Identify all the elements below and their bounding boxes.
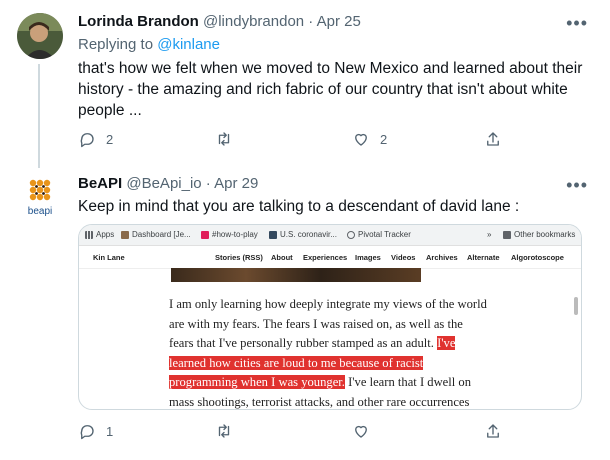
other-bookmarks: Other bookmarks <box>503 230 575 239</box>
tweet-text: that's how we felt when we moved to New … <box>78 60 583 119</box>
hero-image <box>171 268 421 282</box>
article-line: I am only learning how deeply integrate … <box>169 297 487 311</box>
more-icon[interactable]: ••• <box>566 176 588 194</box>
reply-count: 1 <box>106 423 114 439</box>
bookmark-pivotal: Pivotal Tracker <box>347 230 411 239</box>
bookmarks-overflow: » <box>487 230 492 239</box>
tweet-actions: 1 <box>78 422 588 444</box>
site-nav: Kin Lane Stories (RSS) About Experiences… <box>79 246 581 269</box>
display-name[interactable]: BeAPI <box>78 175 122 192</box>
tweet-header: BeAPI @BeApi_io · Apr 29 <box>78 174 258 194</box>
nav-stories: Stories (RSS) <box>215 253 263 262</box>
bookmarks-bar: Apps Dashboard [Je... #how-to-play U.S. … <box>79 225 581 246</box>
attached-screenshot[interactable]: Apps Dashboard [Je... #how-to-play U.S. … <box>78 224 582 410</box>
apps-grid-icon <box>85 230 93 239</box>
retweet-icon <box>218 424 230 438</box>
reply-button[interactable]: 2 <box>78 130 113 148</box>
pivotal-icon <box>347 230 355 239</box>
highlighted-text: learned how cities are loud to me becaus… <box>169 355 424 370</box>
like-icon <box>355 133 367 146</box>
share-icon <box>487 424 499 438</box>
retweet-button[interactable] <box>215 422 243 440</box>
share-icon <box>487 132 499 146</box>
tweet-actions: 2 2 <box>78 130 588 152</box>
reply-button[interactable]: 1 <box>78 422 113 440</box>
tweet-lorinda[interactable]: Lorinda Brandon @lindybrandon · Apr 25 •… <box>0 0 610 168</box>
reply-icon <box>80 133 94 148</box>
like-button[interactable]: 2 <box>352 130 387 148</box>
thread-connector <box>38 64 40 168</box>
share-button[interactable] <box>484 130 502 148</box>
nav-about: About <box>271 253 293 262</box>
nav-experiences: Experiences <box>303 253 348 262</box>
bookmark-apps: Apps <box>85 230 114 239</box>
svg-text:beapi: beapi <box>28 206 52 217</box>
scrollbar-thumb[interactable] <box>574 297 578 315</box>
more-icon[interactable]: ••• <box>566 14 588 32</box>
tweet-header: Lorinda Brandon @lindybrandon · Apr 25 <box>78 12 361 32</box>
replying-prefix: Replying to <box>78 36 158 53</box>
share-button[interactable] <box>484 422 502 440</box>
retweet-icon <box>218 132 230 146</box>
article-line: are with my fears. The fears I was raise… <box>169 316 463 331</box>
avatar[interactable] <box>17 13 63 59</box>
handle-and-date[interactable]: @lindybrandon · Apr 25 <box>203 13 361 30</box>
slack-icon <box>201 230 209 239</box>
news-icon <box>269 230 277 239</box>
bookmark-how-to-play: #how-to-play <box>201 230 258 239</box>
nav-alternate: Alternate <box>467 253 500 262</box>
replying-to: Replying to @kinlane <box>78 36 220 53</box>
folder-icon <box>503 230 511 239</box>
highlighted-text: programming when I was younger. <box>169 375 345 390</box>
article-text: I am only learning how deeply integrate … <box>169 295 489 409</box>
dashboard-icon <box>121 230 129 239</box>
handle-and-date[interactable]: @BeApi_io · Apr 29 <box>126 175 258 192</box>
site-title: Kin Lane <box>93 253 125 262</box>
bookmark-coronavirus: U.S. coronavir... <box>269 230 337 239</box>
nav-archives: Archives <box>426 253 458 262</box>
nav-videos: Videos <box>391 253 416 262</box>
article-line: programming when I was younger. I've lea… <box>169 375 472 390</box>
replying-handle-link[interactable]: @kinlane <box>157 36 220 53</box>
reply-count: 2 <box>106 131 114 147</box>
nav-images: Images <box>355 253 381 262</box>
like-button[interactable] <box>352 422 380 440</box>
tweet-text: Keep in mind that you are talking to a d… <box>78 198 520 215</box>
beapi-avatar[interactable]: beapi <box>17 174 63 220</box>
bookmark-dashboard: Dashboard [Je... <box>121 230 191 239</box>
highlighted-text: I've <box>437 336 456 351</box>
nav-algorotoscope: Algorotoscope <box>511 253 564 262</box>
retweet-button[interactable] <box>215 130 243 148</box>
article-line: learned how cities are loud to me becaus… <box>169 354 489 374</box>
like-icon <box>355 425 367 438</box>
display-name[interactable]: Lorinda Brandon <box>78 13 199 30</box>
article-line: fears that I've personally rubber stampe… <box>169 336 456 351</box>
like-count: 2 <box>380 131 388 147</box>
reply-icon <box>80 425 94 440</box>
article-line: mass shootings, terrorist attacks, and o… <box>169 394 470 409</box>
